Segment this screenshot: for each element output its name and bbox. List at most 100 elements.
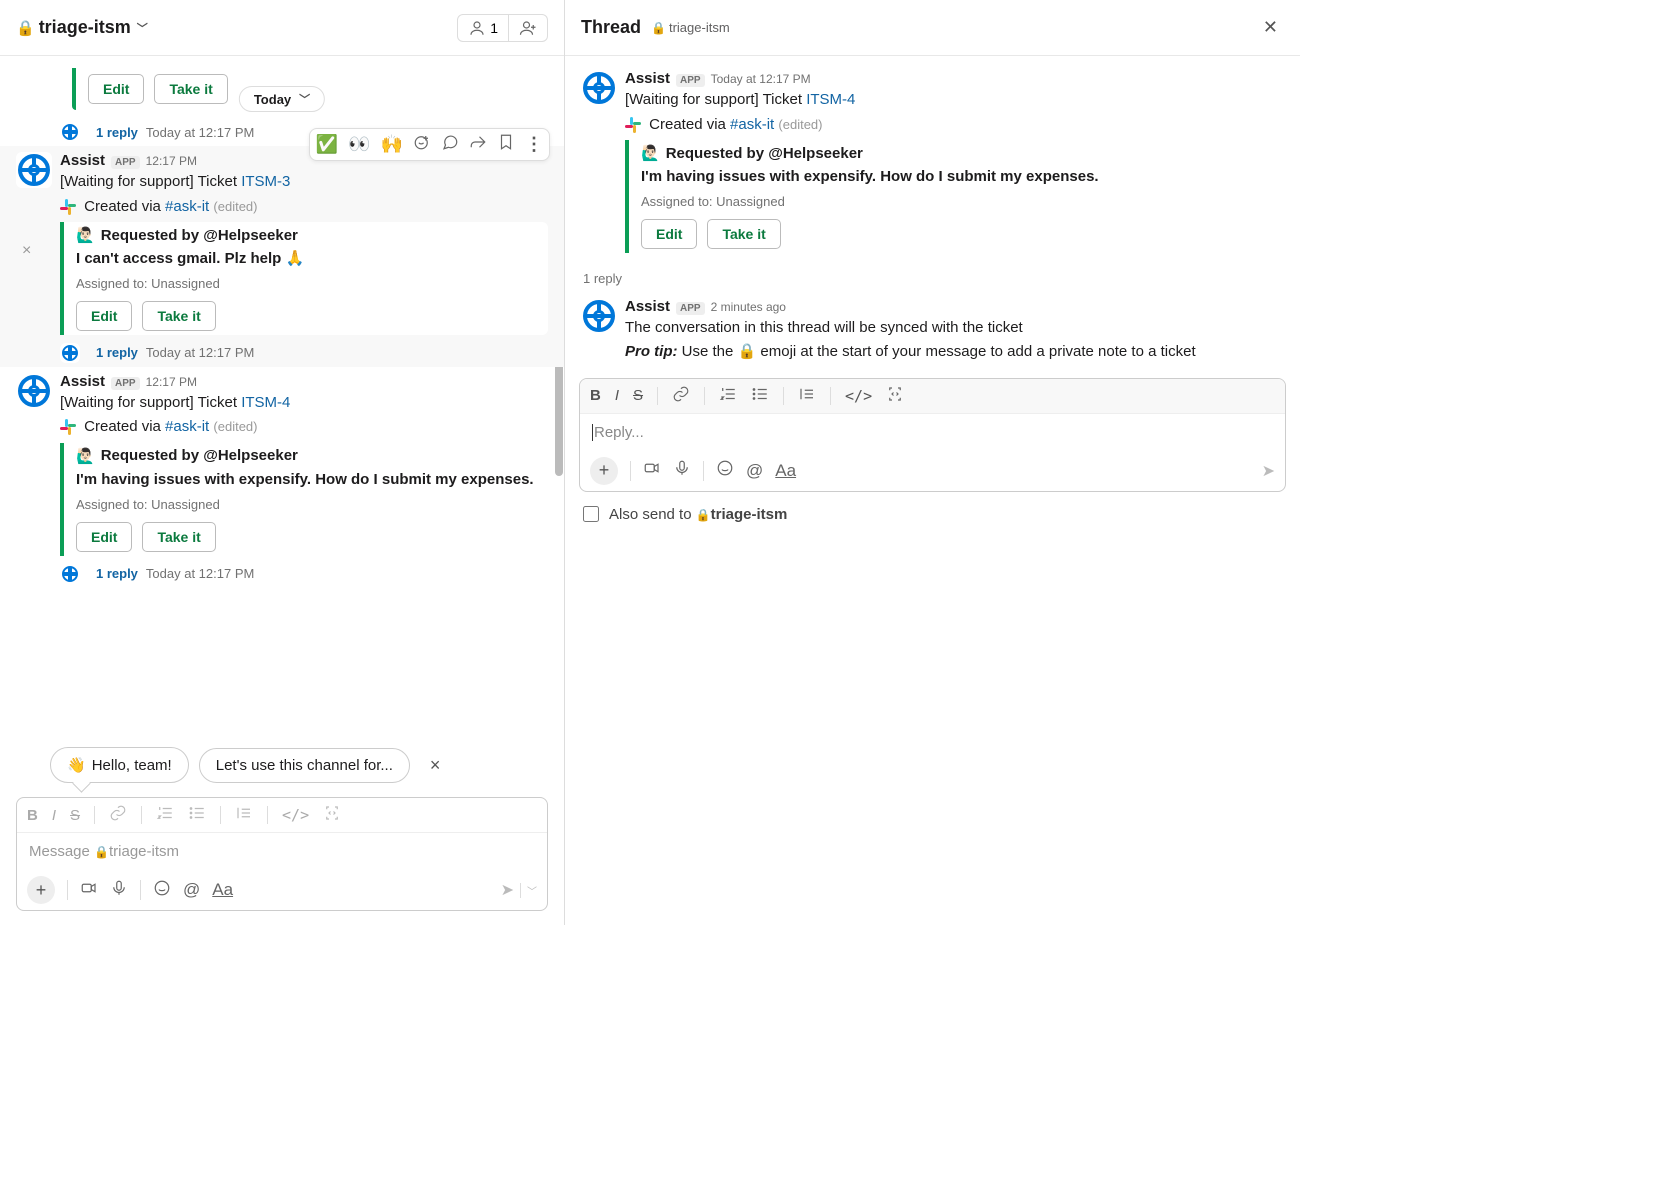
ticket-link[interactable]: ITSM-3: [241, 173, 290, 190]
issue-text: I'm having issues with expensify. How do…: [76, 469, 548, 491]
bullet-list-icon[interactable]: [188, 804, 206, 826]
channel-link[interactable]: #ask-it: [165, 418, 209, 435]
emoji-icon[interactable]: [716, 459, 734, 482]
member-count-button[interactable]: 1: [457, 14, 509, 42]
lock-icon: 🔒: [16, 19, 35, 37]
assist-avatar[interactable]: [16, 152, 52, 188]
app-badge: APP: [676, 302, 705, 315]
message-itsm-4[interactable]: Assist APP 12:17 PM [Waiting for support…: [0, 367, 564, 588]
created-via: Created via #ask-it (edited): [60, 196, 548, 219]
channel-title[interactable]: 🔒 triage-itsm ﹀: [16, 17, 148, 38]
thread-icon[interactable]: [441, 133, 459, 156]
edit-button[interactable]: Edit: [76, 522, 132, 552]
add-reaction-icon[interactable]: [413, 133, 431, 156]
strike-icon[interactable]: S: [70, 807, 80, 824]
author[interactable]: Assist: [60, 373, 105, 390]
message-list: Today ﹀ Edit Take it 1 reply Today at 12…: [0, 56, 564, 743]
timestamp[interactable]: Today at 12:17 PM: [711, 72, 811, 86]
react-raised-hands-icon[interactable]: 🙌: [381, 134, 403, 155]
timestamp[interactable]: 2 minutes ago: [711, 300, 786, 314]
ordered-list-icon[interactable]: [719, 385, 737, 407]
send-button[interactable]: ➤: [1262, 461, 1275, 481]
code-icon[interactable]: </>: [845, 387, 872, 405]
react-eyes-icon[interactable]: 👀: [348, 134, 370, 155]
requested-by: Requested by @Helpseeker: [101, 227, 298, 244]
ordered-list-icon[interactable]: [156, 804, 174, 826]
take-it-button[interactable]: Take it: [142, 301, 215, 331]
author[interactable]: Assist: [625, 298, 670, 315]
video-icon[interactable]: [80, 879, 98, 902]
message-input[interactable]: Message 🔒triage-itsm: [17, 833, 547, 870]
timestamp[interactable]: 12:17 PM: [146, 375, 197, 389]
format-toggle-icon[interactable]: Aa: [212, 880, 233, 900]
send-options-icon[interactable]: ﹀: [520, 883, 537, 898]
take-it-button[interactable]: Take it: [154, 74, 227, 104]
edit-button[interactable]: Edit: [76, 301, 132, 331]
attach-button[interactable]: +: [27, 876, 55, 904]
author[interactable]: Assist: [625, 70, 670, 87]
codeblock-icon[interactable]: [323, 804, 341, 826]
attach-button[interactable]: +: [590, 457, 618, 485]
take-it-button[interactable]: Take it: [707, 219, 780, 249]
send-button[interactable]: ➤: [501, 880, 514, 900]
mic-icon[interactable]: [110, 879, 128, 902]
chip-hello-team[interactable]: 👋Hello, team!: [50, 747, 189, 783]
strike-icon[interactable]: S: [633, 387, 643, 404]
members-buttons: 1: [457, 14, 548, 42]
take-it-button[interactable]: Take it: [142, 522, 215, 552]
timestamp[interactable]: 12:17 PM: [146, 154, 197, 168]
share-icon[interactable]: [469, 133, 487, 156]
ticket-attachment: 🙋🏻‍♂️Requested by @Helpseeker I'm having…: [625, 140, 1284, 253]
edit-button[interactable]: Edit: [641, 219, 697, 249]
chip-channel-purpose[interactable]: Let's use this channel for...: [199, 748, 410, 783]
message-itsm-3[interactable]: ✅ 👀 🙌 ⋮ × Assist APP 12:17 PM [Waiting f…: [0, 146, 564, 367]
link-icon[interactable]: [109, 804, 127, 826]
dismiss-chips-button[interactable]: ×: [430, 755, 441, 776]
ticket-link[interactable]: ITSM-4: [806, 91, 855, 108]
close-thread-button[interactable]: ✕: [1257, 11, 1284, 44]
requested-by: Requested by @Helpseeker: [666, 145, 863, 162]
add-member-button[interactable]: [509, 14, 548, 42]
code-icon[interactable]: </>: [282, 806, 309, 824]
ticket-link[interactable]: ITSM-4: [241, 394, 290, 411]
italic-icon[interactable]: I: [52, 807, 56, 824]
bold-icon[interactable]: B: [27, 807, 38, 824]
assist-icon: [60, 343, 80, 363]
react-check-icon[interactable]: ✅: [316, 134, 338, 155]
also-send-input[interactable]: [583, 506, 599, 522]
video-icon[interactable]: [643, 459, 661, 482]
reply-summary[interactable]: 1 reply Today at 12:17 PM: [60, 564, 548, 584]
mention-icon[interactable]: @: [746, 461, 763, 481]
channel-link[interactable]: #ask-it: [730, 116, 774, 133]
link-icon[interactable]: [672, 385, 690, 407]
chevron-down-icon: ﹀: [137, 20, 148, 36]
italic-icon[interactable]: I: [615, 387, 619, 404]
assist-avatar[interactable]: [581, 298, 617, 334]
thread-channel[interactable]: 🔒triage-itsm: [651, 20, 730, 35]
thread-parent-message[interactable]: Assist APP Today at 12:17 PM [Waiting fo…: [565, 56, 1300, 265]
blockquote-icon[interactable]: [235, 804, 253, 826]
mention-icon[interactable]: @: [183, 880, 200, 900]
format-toolbar: B I S </>: [580, 379, 1285, 414]
dismiss-icon[interactable]: ×: [22, 242, 31, 260]
more-actions-icon[interactable]: ⋮: [525, 134, 543, 155]
channel-link[interactable]: #ask-it: [165, 198, 209, 215]
mic-icon[interactable]: [673, 459, 691, 482]
bold-icon[interactable]: B: [590, 387, 601, 404]
edit-button[interactable]: Edit: [88, 74, 144, 104]
assist-avatar[interactable]: [16, 373, 52, 409]
thread-reply[interactable]: Assist APP 2 minutes ago The conversatio…: [565, 292, 1300, 370]
also-send-checkbox[interactable]: Also send to 🔒triage-itsm: [565, 502, 1300, 527]
bullet-list-icon[interactable]: [751, 385, 769, 407]
codeblock-icon[interactable]: [886, 385, 904, 407]
author[interactable]: Assist: [60, 152, 105, 169]
issue-text: I can't access gmail. Plz help 🙏: [76, 248, 548, 270]
reply-summary[interactable]: 1 reply Today at 12:17 PM: [60, 343, 548, 363]
blockquote-icon[interactable]: [798, 385, 816, 407]
bookmark-icon[interactable]: [497, 133, 515, 156]
emoji-icon[interactable]: [153, 879, 171, 902]
reply-input[interactable]: Reply...: [580, 414, 1285, 451]
date-divider[interactable]: Today ﹀: [239, 86, 325, 112]
assist-avatar[interactable]: [581, 70, 617, 106]
format-toggle-icon[interactable]: Aa: [775, 461, 796, 481]
